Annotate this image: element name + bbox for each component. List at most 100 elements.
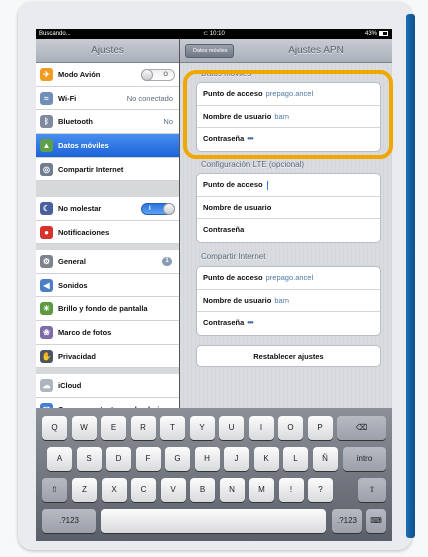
toggle-knob [141, 69, 153, 81]
sidebar-item-value: No [163, 117, 173, 127]
sidebar-item-label: Sonidos [58, 280, 88, 290]
airplane-icon: ✈ [40, 68, 53, 81]
key-t[interactable]: T [160, 416, 185, 440]
sidebar-item-privacidad[interactable]: ✋ Privacidad [36, 344, 179, 369]
key-z[interactable]: Z [72, 478, 97, 502]
numbers-key-right[interactable]: .?123 [332, 509, 362, 533]
key-b[interactable]: B [190, 478, 215, 502]
shift-icon[interactable]: ⇧ [42, 478, 67, 502]
photo-frame-icon: ❀ [40, 326, 53, 340]
sidebar-item-marco-de-fotos[interactable]: ❀ Marco de fotos [36, 321, 179, 345]
key-k[interactable]: K [253, 447, 279, 471]
settings-group-general: ⚙ General 1 ◀ Sonidos ☀ Brillo y fondo de pant… [36, 250, 179, 369]
field-label: Contraseña [203, 318, 245, 328]
sidebar-item-sonidos[interactable]: ◀ Sonidos [36, 273, 179, 298]
hotspot-icon: ◎ [40, 162, 53, 176]
field-value: bam [274, 295, 289, 305]
toggle-state-label: I [149, 206, 151, 212]
key-a[interactable]: A [47, 447, 72, 471]
back-button[interactable]: Datos móviles [185, 44, 234, 58]
sidebar-item-label: Brillo y fondo de pantalla [58, 304, 148, 314]
key-c[interactable]: C [131, 478, 156, 502]
speaker-icon: ◀ [40, 278, 53, 292]
key-m[interactable]: M [249, 478, 274, 502]
apn-field-contrase-a[interactable]: Contraseña [197, 219, 380, 242]
sidebar-item-no-molestar[interactable]: ☾ No molestar I [36, 197, 179, 221]
key-n[interactable]: N [219, 478, 245, 502]
key-d[interactable]: D [106, 447, 131, 471]
space-bar[interactable] [101, 509, 326, 533]
clock: ⊂ 10:10 [36, 29, 392, 39]
sidebar-item-wi-fi[interactable]: ≈ Wi-Fi No conectado [36, 86, 179, 111]
toggle-switch[interactable]: O [141, 69, 175, 81]
sidebar-item-label: Modo Avión [58, 70, 101, 79]
sidebar-item-label: Privacidad [58, 351, 96, 361]
settings-group-notifications: ☾ No molestar I ● Notificaciones [36, 197, 179, 245]
field-label: Punto de acceso [203, 273, 263, 282]
key-o[interactable]: O [278, 416, 303, 440]
brightness-icon: ☀ [40, 302, 53, 316]
key-ñ[interactable]: Ñ [312, 447, 338, 471]
key-h[interactable]: H [194, 447, 220, 471]
keyboard: Q W E R T Y U I O P ⌫ A S D F G H J K L Ñintro ⇧ Z X C V B N M!? ⇧ .?1… [36, 408, 392, 541]
sidebar-item-compartir-internet[interactable]: ◎ Compartir Internet [36, 157, 179, 182]
sidebar-item-datos-m-viles[interactable]: ▲ Datos móviles [36, 134, 179, 158]
apn-field-punto-de-acceso[interactable]: Punto de acceso [197, 174, 380, 197]
key-?[interactable]: ? [308, 478, 333, 502]
key-j[interactable]: J [224, 447, 249, 471]
sidebar-item-general[interactable]: ⚙ General 1 [36, 250, 179, 274]
battery-status: 43% [365, 29, 388, 39]
key-e[interactable]: E [101, 416, 126, 440]
sidebar-item-brillo-y-fondo-de-pantalla[interactable]: ☀ Brillo y fondo de pantalla [36, 297, 179, 322]
cloud-icon: ☁ [40, 379, 53, 392]
toggle-knob [163, 203, 175, 215]
lock-icon: ⊂ [203, 31, 210, 37]
section-header-lte: Configuración LTE (opcional) [201, 160, 305, 169]
apn-field-nombre-de-usuario[interactable]: Nombre de usuario bam [197, 290, 380, 313]
key-![interactable]: ! [278, 478, 304, 502]
field-value: ••• [247, 318, 253, 328]
key-i[interactable]: I [248, 416, 274, 440]
sidebar-item-value: No conectado [126, 93, 173, 103]
hand-icon: ✋ [40, 349, 53, 363]
key-p[interactable]: P [307, 416, 333, 440]
numbers-key-left[interactable]: .?123 [42, 509, 96, 533]
battery-percent: 43% [364, 31, 377, 37]
backspace-icon[interactable]: ⌫ [337, 416, 386, 440]
return-key[interactable]: intro [343, 447, 386, 471]
notifications-icon: ● [40, 225, 53, 239]
key-r[interactable]: R [130, 416, 156, 440]
key-y[interactable]: Y [189, 416, 215, 440]
toggle-switch[interactable]: I [141, 203, 175, 215]
field-label: Nombre de usuario [203, 295, 272, 305]
key-w[interactable]: W [71, 416, 97, 440]
key-s[interactable]: S [76, 447, 102, 471]
sidebar-item-label: Notificaciones [58, 227, 110, 237]
field-label: Punto de acceso [203, 180, 263, 189]
field-value: prepago.ancel [265, 273, 314, 282]
key-q[interactable]: Q [42, 416, 67, 440]
lte-group: Punto de acceso Nombre de usuario Contrase… [196, 173, 381, 243]
right-nav-bar: Datos móviles Ajustes APN [180, 39, 392, 63]
keyboard-dismiss-icon[interactable]: ⌨ [366, 509, 386, 533]
sidebar-item-icloud[interactable]: ☁ iCloud [36, 374, 179, 398]
key-g[interactable]: G [165, 447, 190, 471]
frame-accent-bar [406, 14, 415, 538]
cellular-icon: ▲ [40, 139, 53, 153]
key-x[interactable]: X [101, 478, 127, 502]
sidebar-item-label: Marco de fotos [58, 328, 112, 338]
apn-field-contrase-a[interactable]: Contraseña ••• [197, 312, 380, 335]
apn-field-nombre-de-usuario[interactable]: Nombre de usuario [197, 197, 380, 220]
sidebar-item-modo-avi-n[interactable]: ✈ Modo Avión O [36, 63, 179, 87]
apn-field-punto-de-acceso[interactable]: Punto de acceso prepago.ancel [197, 267, 380, 290]
shift-icon-right[interactable]: ⇧ [358, 478, 386, 502]
sidebar-item-bluetooth[interactable]: ᛒ Bluetooth No [36, 110, 179, 135]
sidebar-item-notificaciones[interactable]: ● Notificaciones [36, 220, 179, 245]
gear-icon: ⚙ [40, 255, 53, 268]
status-bar: Buscando... ⊂ 10:10 43% [36, 29, 392, 39]
key-u[interactable]: U [219, 416, 244, 440]
reset-button[interactable]: Restablecer ajustes [196, 345, 381, 367]
key-v[interactable]: V [160, 478, 186, 502]
key-l[interactable]: L [283, 447, 308, 471]
key-f[interactable]: F [135, 447, 161, 471]
